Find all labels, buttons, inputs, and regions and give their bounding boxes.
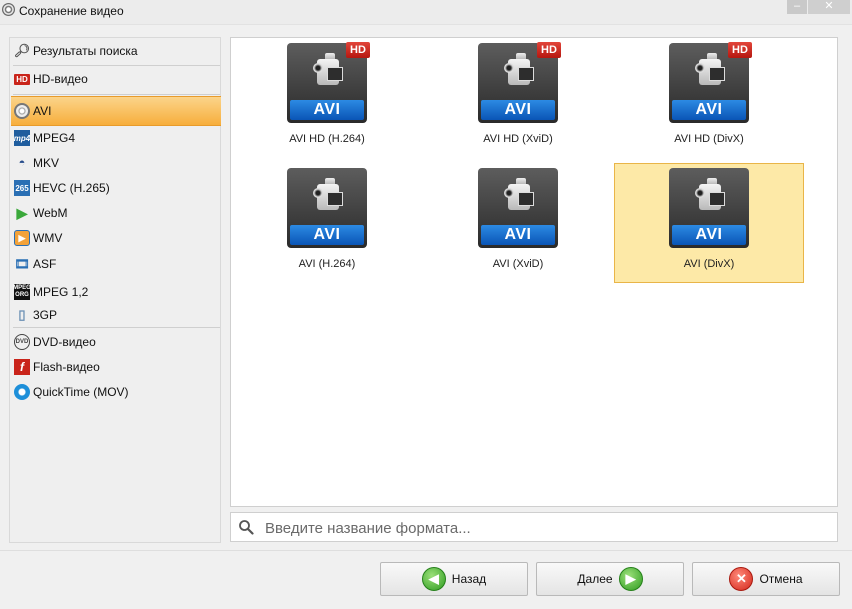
next-button-label: Далее — [577, 572, 613, 586]
sidebar-item-asf[interactable]: 🎞︎ ASF — [11, 252, 221, 276]
format-tile-avi-divx[interactable]: AVI AVI (DivX) — [614, 163, 804, 283]
sidebar-item-mkv[interactable]: ◓ MKV — [11, 151, 221, 175]
format-tile-avi-h264[interactable]: AVI AVI (H.264) — [232, 163, 422, 283]
search-icon — [239, 520, 254, 535]
sidebar-item-label: DVD-видео — [33, 335, 96, 349]
format-label: AVI HD (H.264) — [289, 133, 365, 145]
play-icon: ▶ — [16, 204, 28, 221]
title-bar: Сохранение видео – ✕ — [0, 0, 852, 25]
sidebar-item-mpeg[interactable]: MPEG ORG MPEG 1,2 — [11, 280, 221, 304]
hd-badge: HD — [728, 42, 752, 58]
sidebar-divider — [13, 65, 220, 66]
search-input[interactable] — [263, 516, 827, 540]
arrow-right-icon: ▶ — [618, 567, 643, 591]
format-badge: AVI — [290, 100, 364, 120]
format-tile-avi-hd-divx[interactable]: AVI HD AVI HD (DivX) — [614, 38, 804, 158]
sidebar-item-label: QuickTime (MOV) — [33, 385, 129, 399]
sidebar-item-label: WebM — [33, 206, 68, 220]
cancel-button[interactable]: ✕ Отмена — [692, 562, 840, 596]
hd-badge: HD — [537, 42, 561, 58]
format-badge: AVI — [481, 225, 555, 245]
hevc-icon: 265 — [14, 180, 30, 196]
close-button[interactable]: ✕ — [808, 0, 850, 14]
video-camera-icon: AVI HD — [287, 42, 370, 123]
sidebar-item-wmv[interactable]: ▶ WMV — [11, 226, 221, 250]
sidebar-item-label: Flash-видео — [33, 360, 100, 374]
sidebar-item-label: MPEG 1,2 — [33, 285, 89, 299]
format-label: AVI (DivX) — [683, 258, 735, 270]
format-grid: AVI HD AVI HD (H.264) AVI HD AVI HD (Xvi… — [230, 37, 838, 507]
cancel-button-label: Отмена — [759, 572, 803, 586]
format-tile-avi-xvid[interactable]: AVI AVI (XviD) — [423, 163, 613, 283]
sidebar-item-label: HD-видео — [33, 72, 88, 86]
mkv-icon: ◓ — [18, 157, 26, 169]
sidebar-item-label: AVI — [33, 104, 52, 118]
sidebar-item-3gp[interactable]: ▯ 3GP — [11, 303, 221, 327]
sidebar-divider — [13, 327, 220, 328]
sidebar-divider — [13, 94, 220, 95]
back-button[interactable]: ◀ Назад — [380, 562, 528, 596]
hd-badge: HD — [346, 42, 370, 58]
format-search-box — [230, 512, 838, 542]
format-badge: AVI — [672, 100, 746, 120]
mp4-icon: mp4 — [14, 130, 30, 146]
film-reel-icon — [14, 103, 30, 119]
format-badge: AVI — [290, 225, 364, 245]
next-button[interactable]: Далее ▶ — [536, 562, 684, 596]
format-label: AVI HD (DivX) — [674, 133, 744, 145]
format-tile-avi-hd-xvid[interactable]: AVI HD AVI HD (XviD) — [423, 38, 613, 158]
sidebar-item-label: Результаты поиска — [33, 44, 138, 58]
mpeg-icon: MPEG ORG — [13, 284, 31, 300]
cancel-x-icon: ✕ — [729, 567, 754, 591]
sidebar-item-dvd-video[interactable]: DVD DVD-видео — [11, 330, 221, 354]
app-reel-icon — [2, 3, 15, 16]
video-camera-icon: AVI HD — [478, 42, 561, 123]
dvd-icon: DVD — [14, 334, 30, 350]
sidebar-item-quicktime[interactable]: QuickTime (MOV) — [11, 380, 221, 404]
asf-icon: 🎞︎ — [14, 257, 30, 271]
sidebar-item-flash-video[interactable]: f Flash-видео — [11, 355, 221, 379]
phone-icon: ▯ — [18, 307, 26, 322]
back-button-label: Назад — [451, 572, 487, 586]
sidebar-item-search-results[interactable]: 🔎︎ Результаты поиска — [11, 39, 221, 63]
format-category-sidebar: 🔎︎ Результаты поиска HD HD-видео AVI mp4… — [9, 37, 221, 543]
search-icon: 🔎︎ — [13, 43, 31, 58]
wmv-icon: ▶ — [14, 230, 30, 246]
quicktime-icon — [14, 384, 30, 400]
arrow-left-icon: ◀ — [421, 567, 446, 591]
hd-icon: HD — [14, 73, 30, 85]
sidebar-item-label: 3GP — [33, 308, 58, 322]
sidebar-item-mpeg4[interactable]: mp4 MPEG4 — [11, 126, 221, 150]
footer-divider — [0, 550, 852, 551]
video-camera-icon: AVI — [669, 168, 749, 248]
sidebar-item-label: MKV — [33, 156, 60, 170]
video-camera-icon: AVI HD — [669, 42, 752, 123]
sidebar-item-label: WMV — [33, 231, 63, 245]
sidebar-item-webm[interactable]: ▶ WebM — [11, 201, 221, 225]
format-badge: AVI — [672, 225, 746, 245]
format-label: AVI HD (XviD) — [483, 133, 553, 145]
window-title: Сохранение видео — [19, 4, 124, 18]
video-camera-icon: AVI — [478, 168, 558, 248]
format-badge: AVI — [481, 100, 555, 120]
sidebar-item-avi[interactable]: AVI — [11, 96, 221, 126]
sidebar-item-hevc[interactable]: 265 HEVC (H.265) — [11, 176, 221, 200]
sidebar-item-label: MPEG4 — [33, 131, 76, 145]
minimize-button[interactable]: – — [787, 0, 807, 14]
format-tile-avi-hd-h264[interactable]: AVI HD AVI HD (H.264) — [232, 38, 422, 158]
sidebar-item-label: HEVC (H.265) — [33, 181, 110, 195]
video-camera-icon: AVI — [287, 168, 367, 248]
format-label: AVI (XviD) — [492, 258, 544, 270]
sidebar-item-hd-video[interactable]: HD HD-видео — [11, 67, 221, 91]
format-label: AVI (H.264) — [298, 258, 356, 270]
flash-icon: f — [14, 359, 30, 375]
sidebar-item-label: ASF — [33, 257, 57, 271]
